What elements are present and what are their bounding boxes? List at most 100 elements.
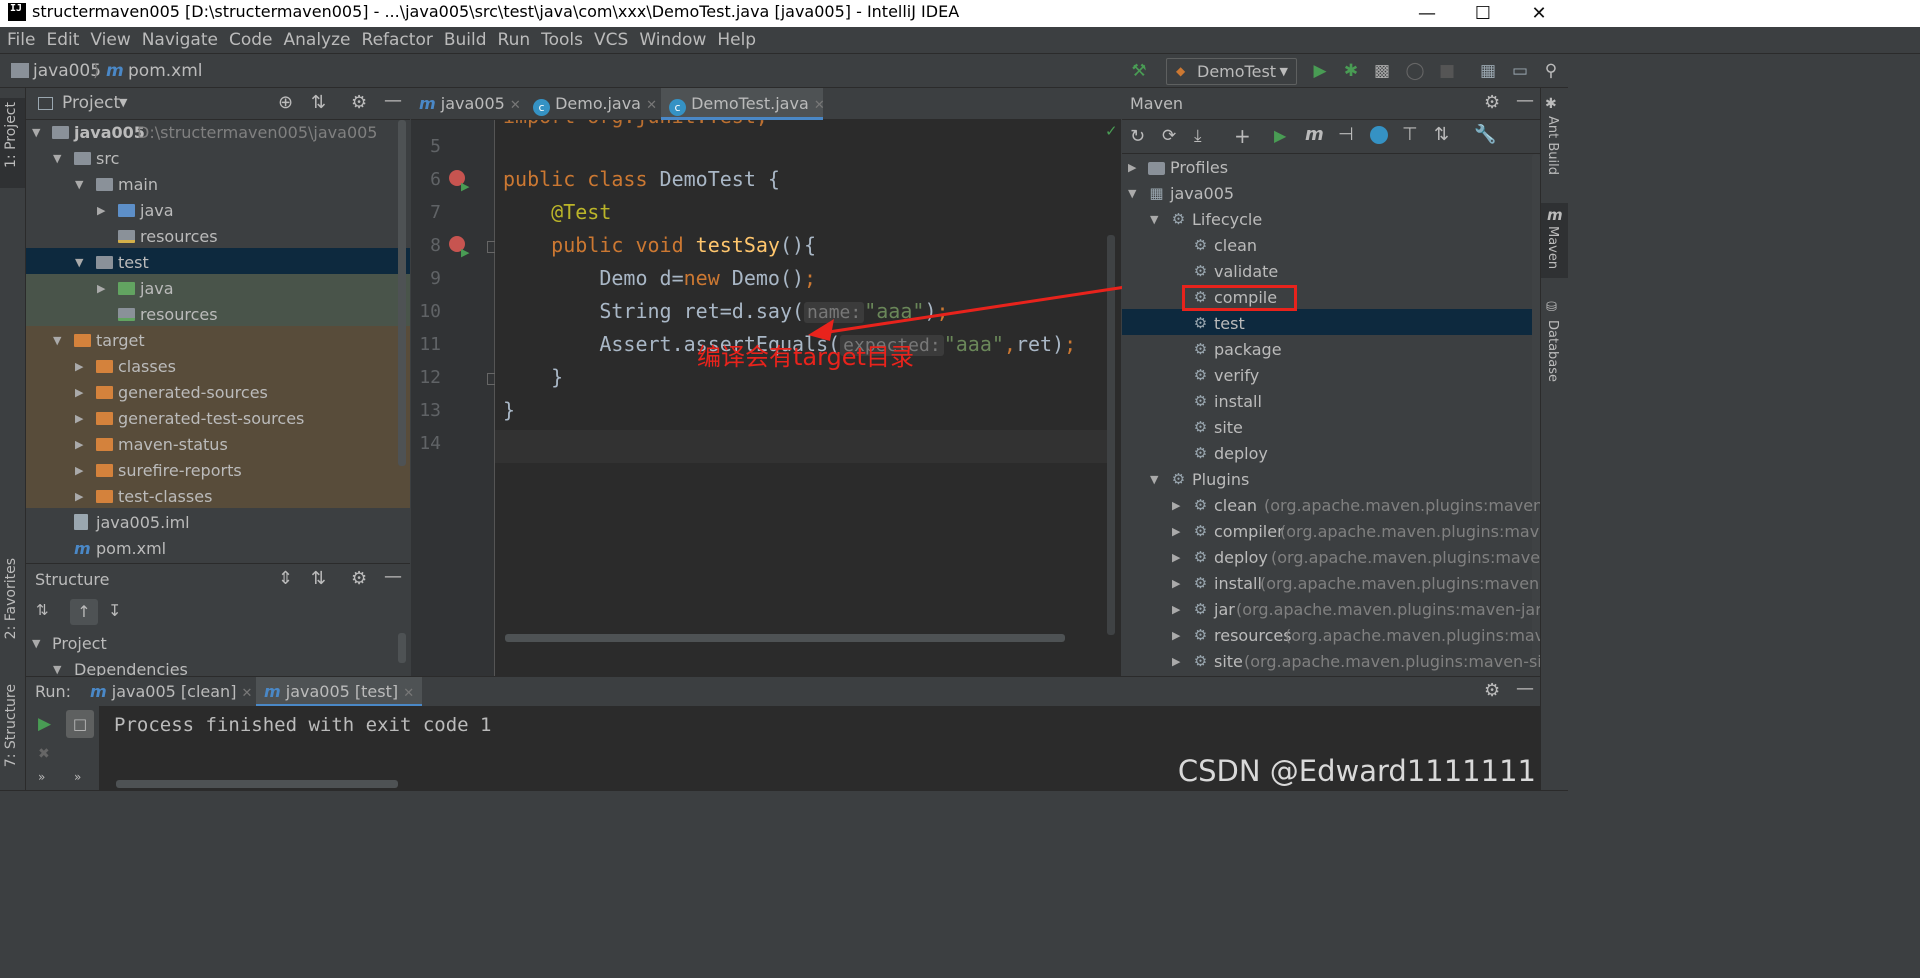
structure-tool-tab[interactable]: 7: Structure <box>3 684 19 767</box>
maven-row-lifecycle[interactable]: ▼ ⚙ Lifecycle <box>1122 207 1540 233</box>
rerun-icon[interactable]: ▶ <box>38 714 51 734</box>
run-configuration-select[interactable]: ◆ DemoTest ▼ <box>1166 58 1297 85</box>
tree-row-main-resources[interactable]: resources <box>26 224 410 250</box>
profile-icon[interactable]: ◯ <box>1404 60 1426 82</box>
menu-vcs[interactable]: VCS <box>587 27 632 54</box>
ant-build-tool-tab[interactable]: Ant Build <box>1545 116 1560 175</box>
reimport-icon[interactable]: ↻ <box>1130 126 1145 147</box>
run-test-icon[interactable]: ▶ <box>461 180 469 193</box>
tree-row-java005[interactable]: ▼ java005 D:\structermaven005\java005 <box>26 120 410 146</box>
tree-row-test[interactable]: ▼ test <box>26 250 410 276</box>
close-tab-icon[interactable]: ✕ <box>510 98 521 113</box>
wrench-icon[interactable]: 🔧 <box>1474 124 1496 145</box>
maven-plugin-site[interactable]: ▶ ⚙ site (org.apache.maven.plugins:maven-… <box>1122 649 1540 675</box>
chevron-down-icon[interactable]: ▼ <box>119 96 127 109</box>
structure-row-project[interactable]: ▼ Project <box>26 631 410 657</box>
menu-refactor[interactable]: Refactor <box>355 27 437 54</box>
menu-help[interactable]: Help <box>710 27 760 54</box>
run-console[interactable]: Process finished with exit code 1 CSDN @… <box>26 706 1540 798</box>
collapse-all-icon[interactable]: ⇅ <box>311 92 326 113</box>
gear-icon[interactable]: ⚙ <box>1484 680 1500 701</box>
hide-panel-icon[interactable]: — <box>384 566 402 587</box>
hide-panel-icon[interactable]: — <box>384 90 402 111</box>
more-icon[interactable]: » <box>38 770 45 784</box>
structure-row-dependencies[interactable]: ▼ Dependencies <box>26 657 410 676</box>
horizontal-scrollbar[interactable] <box>116 780 398 788</box>
search-icon[interactable]: ⚲ <box>1540 60 1562 82</box>
scrollbar[interactable] <box>398 633 406 663</box>
more-icon[interactable]: » <box>74 770 81 784</box>
debug-icon[interactable]: ✱ <box>1340 60 1362 82</box>
menu-analyze[interactable]: Analyze <box>277 27 355 54</box>
generate-sources-icon[interactable]: ⟳ <box>1162 126 1176 146</box>
maven-goal-package[interactable]: ⚙ package <box>1122 337 1540 363</box>
maven-plugin-install[interactable]: ▶ ⚙ install (org.apache.maven.plugins:mav… <box>1122 571 1540 597</box>
download-icon[interactable]: ⤓ <box>1194 126 1202 146</box>
menu-edit[interactable]: Edit <box>39 27 83 54</box>
code-editor[interactable]: import org.junit.Test; public class Demo… <box>495 120 1121 676</box>
favorites-tool-tab[interactable]: 2: Favorites <box>3 558 19 639</box>
maven-plugin-clean[interactable]: ▶ ⚙ clean (org.apache.maven.plugins:maven… <box>1122 493 1540 519</box>
menu-build[interactable]: Build <box>437 27 491 54</box>
maven-plugin-resources[interactable]: ▶ ⚙ resources (org.apache.maven.plugins:m… <box>1122 623 1540 649</box>
maven-goal-site[interactable]: ⚙ site <box>1122 415 1540 441</box>
locate-icon[interactable]: ⊕ <box>278 92 293 113</box>
tree-row-maven-status[interactable]: ▶ maven-status <box>26 432 410 458</box>
menu-code[interactable]: Code <box>222 27 277 54</box>
menu-view[interactable]: View <box>83 27 134 54</box>
run-icon[interactable]: ▶ <box>1274 126 1286 145</box>
tree-row-generated-sources[interactable]: ▶ generated-sources <box>26 380 410 406</box>
restore-layout-icon[interactable]: □ <box>66 710 94 738</box>
close-tab-icon[interactable]: ✕ <box>646 98 657 113</box>
expand-all-icon[interactable]: ⇕ <box>278 568 293 589</box>
maven-goal-install[interactable]: ⚙ install <box>1122 389 1540 415</box>
maven-plugin-jar[interactable]: ▶ ⚙ jar (org.apache.maven.plugins:maven-j… <box>1122 597 1540 623</box>
skip-tests-icon[interactable] <box>1370 126 1388 144</box>
tree-row-iml[interactable]: java005.iml <box>26 510 410 536</box>
maven-goal-verify[interactable]: ⚙ verify <box>1122 363 1540 389</box>
show-inherited-icon[interactable]: ↑ <box>70 599 98 625</box>
menu-navigate[interactable]: Navigate <box>135 27 222 54</box>
tree-row-target[interactable]: ▼ target <box>26 328 410 354</box>
tree-row-test-classes[interactable]: ▶ test-classes <box>26 484 410 510</box>
execute-goal-icon[interactable]: m <box>1305 124 1324 145</box>
tree-row-classes[interactable]: ▶ classes <box>26 354 410 380</box>
coverage-icon[interactable]: ▩ <box>1371 60 1393 82</box>
hide-panel-icon[interactable]: — <box>1516 90 1534 111</box>
project-panel-title[interactable]: Project <box>62 93 120 113</box>
maven-goal-compile[interactable]: ⚙ compile <box>1122 285 1540 311</box>
tree-row-main-java[interactable]: ▶ java <box>26 198 410 224</box>
maven-row-plugins[interactable]: ▼ ⚙ Plugins <box>1122 467 1540 493</box>
show-dependencies-icon[interactable]: ⊤ <box>1402 124 1418 145</box>
tree-row-surefire-reports[interactable]: ▶ surefire-reports <box>26 458 410 484</box>
maven-goal-clean[interactable]: ⚙ clean <box>1122 233 1540 259</box>
project-tool-tab[interactable]: 1: Project <box>3 102 19 168</box>
run-tab-test[interactable]: m java005 [test] ✕ <box>256 677 423 707</box>
minimize-icon[interactable]: — <box>1404 0 1450 27</box>
tab-java005[interactable]: m java005 ✕ <box>419 88 527 120</box>
menu-window[interactable]: Window <box>632 27 710 54</box>
maven-row-profiles[interactable]: ▶ Profiles <box>1122 155 1540 181</box>
tree-row-test-resources[interactable]: resources <box>26 302 410 328</box>
database-tool-tab[interactable]: Database <box>1545 320 1560 382</box>
tree-row-src[interactable]: ▼ src <box>26 146 410 172</box>
build-hammer-icon[interactable]: ⚒ <box>1128 60 1150 82</box>
close-tab-icon[interactable]: ✕ <box>814 98 825 113</box>
tab-demo-java[interactable]: c Demo.java ✕ <box>533 88 661 120</box>
gear-icon[interactable]: ⚙ <box>351 568 367 589</box>
run-test-icon[interactable]: ▶ <box>461 246 469 259</box>
maven-plugin-compiler[interactable]: ▶ ⚙ compiler (org.apache.maven.plugins:ma… <box>1122 519 1540 545</box>
menu-file[interactable]: File <box>0 27 39 54</box>
close-icon[interactable]: ✕ <box>1516 0 1562 27</box>
stop-icon[interactable]: ✖ <box>38 746 50 762</box>
tree-row-pom[interactable]: m pom.xml <box>26 536 410 562</box>
collapse-all-icon[interactable]: ⇅ <box>1434 124 1449 145</box>
horizontal-scrollbar[interactable] <box>505 634 1065 642</box>
maven-goal-test[interactable]: ⚙ test <box>1122 311 1540 337</box>
toggle-offline-icon[interactable]: ⊣ <box>1338 124 1354 145</box>
menu-run[interactable]: Run <box>491 27 535 54</box>
run-icon[interactable]: ▶ <box>1309 60 1331 82</box>
run-tab-clean[interactable]: m java005 [clean] ✕ <box>90 682 252 701</box>
maven-tool-tab[interactable]: Maven <box>1545 226 1560 269</box>
show-members-icon[interactable]: ↧ <box>108 601 121 620</box>
